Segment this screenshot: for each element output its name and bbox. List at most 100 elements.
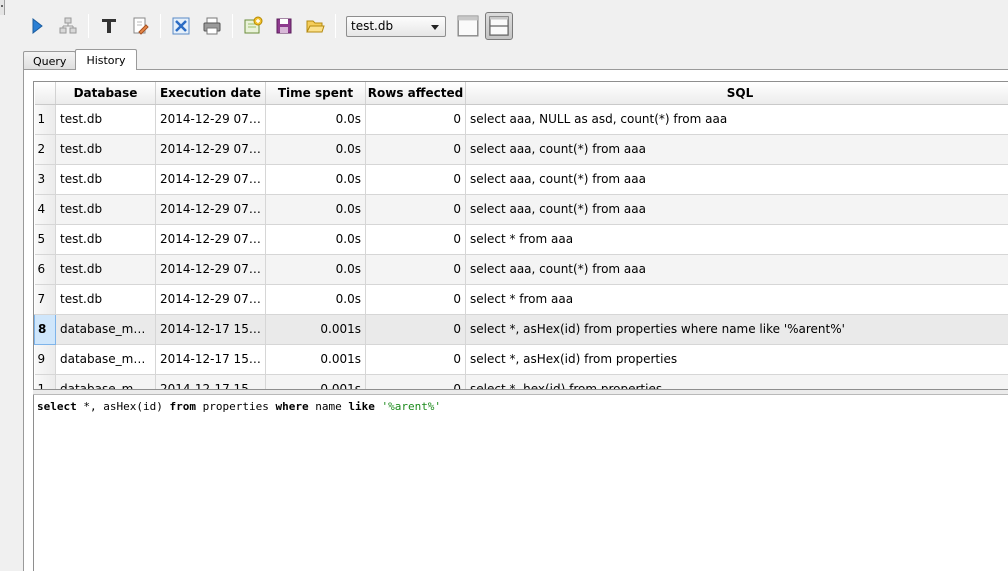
cell-time-spent[interactable]: 0.001s [265, 374, 366, 389]
table-row[interactable]: 2test.db2014-12-29 07:58:050.0s0select a… [34, 134, 1008, 165]
table-row[interactable]: 7test.db2014-12-29 07:57:070.0s0select *… [34, 284, 1008, 315]
cell-sql[interactable]: select aaa, NULL as asd, count(*) from a… [465, 104, 1008, 135]
cell-database[interactable]: test.db [55, 284, 156, 315]
table-row[interactable]: 10database_main...2014-12-17 15:38:120.0… [34, 374, 1008, 389]
cell-rows-affected[interactable]: 0 [365, 164, 466, 195]
cell-rows-affected[interactable]: 0 [365, 194, 466, 225]
cell-time-spent[interactable]: 0.001s [265, 314, 366, 345]
cell-rows-affected[interactable]: 0 [365, 374, 466, 389]
cell-sql[interactable]: select *, hex(id) from properties [465, 374, 1008, 389]
column-header-execution-date[interactable]: Execution date [155, 82, 266, 105]
cell-execution-date[interactable]: 2014-12-29 07:58:35 [155, 104, 266, 135]
format-sql-icon [102, 19, 116, 33]
column-header-database[interactable]: Database [55, 82, 156, 105]
cell-database[interactable]: test.db [55, 254, 156, 285]
sql-token: like [348, 400, 375, 413]
tab-query[interactable]: Query [23, 51, 77, 70]
cell-time-spent[interactable]: 0.0s [265, 134, 366, 165]
tab-bar: Query History [23, 49, 137, 70]
cell-sql[interactable]: select *, asHex(id) from properties wher… [465, 314, 1008, 345]
sql-preview[interactable]: select *, asHex(id) from properties wher… [33, 395, 1008, 571]
toolbar-separator [335, 14, 336, 38]
cell-execution-date[interactable]: 2014-12-17 15:39:51 [155, 344, 266, 375]
cell-sql[interactable]: select aaa, count(*) from aaa [465, 134, 1008, 165]
open-button[interactable] [301, 12, 329, 40]
cell-rows-affected[interactable]: 0 [365, 104, 466, 135]
cell-execution-date[interactable]: 2014-12-29 07:57:31 [155, 224, 266, 255]
sql-token: select [37, 400, 77, 413]
cell-sql[interactable]: select aaa, count(*) from aaa [465, 254, 1008, 285]
cell-time-spent[interactable]: 0.0s [265, 224, 366, 255]
cell-rows-affected[interactable]: 0 [365, 314, 466, 345]
clear-history-button[interactable] [126, 12, 154, 40]
row-number[interactable]: 6 [34, 254, 56, 285]
cell-sql[interactable]: select aaa, count(*) from aaa [465, 194, 1008, 225]
cell-database[interactable]: database_main... [55, 314, 156, 345]
save-button[interactable] [270, 12, 298, 40]
table-row[interactable]: 5test.db2014-12-29 07:57:310.0s0select *… [34, 224, 1008, 255]
column-header-rows-affected[interactable]: Rows affected [365, 82, 466, 105]
add-tab-button[interactable] [239, 12, 267, 40]
row-number[interactable]: 1 [34, 104, 56, 135]
cell-sql[interactable]: select aaa, count(*) from aaa [465, 164, 1008, 195]
table-row[interactable]: 3test.db2014-12-29 07:57:540.0s0select a… [34, 164, 1008, 195]
cell-execution-date[interactable]: 2014-12-17 15:38:12 [155, 374, 266, 389]
cell-time-spent[interactable]: 0.0s [265, 254, 366, 285]
execute-icon [32, 17, 43, 35]
format-sql-button[interactable] [95, 12, 123, 40]
view-horizontal-button[interactable] [454, 12, 482, 40]
column-header-sql[interactable]: SQL [465, 82, 1008, 105]
cell-execution-date[interactable]: 2014-12-29 07:57:16 [155, 254, 266, 285]
cell-sql[interactable]: select * from aaa [465, 224, 1008, 255]
history-table[interactable]: Database Execution date Time spent Rows … [33, 81, 1008, 389]
row-number[interactable]: 8 [34, 313, 56, 345]
cell-time-spent[interactable]: 0.0s [265, 104, 366, 135]
column-header-time-spent[interactable]: Time spent [265, 82, 366, 105]
table-row[interactable]: 6test.db2014-12-29 07:57:160.0s0select a… [34, 254, 1008, 285]
export-button[interactable] [167, 12, 195, 40]
cell-database[interactable]: database_main... [55, 344, 156, 375]
row-number[interactable]: 7 [34, 284, 56, 315]
cell-database[interactable]: test.db [55, 194, 156, 225]
execute-button[interactable] [23, 12, 51, 40]
print-button[interactable] [198, 12, 226, 40]
cell-rows-affected[interactable]: 0 [365, 254, 466, 285]
add-tab-icon [244, 16, 263, 34]
cell-time-spent[interactable]: 0.0s [265, 194, 366, 225]
table-row[interactable]: 4test.db2014-12-29 07:57:340.0s0select a… [34, 194, 1008, 225]
print-icon [203, 17, 221, 35]
cell-database[interactable]: test.db [55, 224, 156, 255]
cell-sql[interactable]: select * from aaa [465, 284, 1008, 315]
table-corner[interactable] [34, 82, 56, 105]
table-row[interactable]: 8database_main...2014-12-17 15:40:440.00… [34, 313, 1008, 345]
database-select[interactable]: test.db [346, 15, 446, 37]
row-number[interactable]: 4 [34, 194, 56, 225]
cell-time-spent[interactable]: 0.0s [265, 164, 366, 195]
cell-database[interactable]: test.db [55, 104, 156, 135]
cell-time-spent[interactable]: 0.001s [265, 344, 366, 375]
cell-execution-date[interactable]: 2014-12-29 07:58:05 [155, 134, 266, 165]
cell-database[interactable]: test.db [55, 164, 156, 195]
cell-execution-date[interactable]: 2014-12-29 07:57:54 [155, 164, 266, 195]
cell-database[interactable]: database_main... [55, 374, 156, 389]
row-number[interactable]: 10 [34, 374, 56, 389]
explain-button[interactable] [54, 12, 82, 40]
row-number[interactable]: 5 [34, 224, 56, 255]
row-number[interactable]: 2 [34, 134, 56, 165]
cell-rows-affected[interactable]: 0 [365, 284, 466, 315]
table-row[interactable]: 1test.db2014-12-29 07:58:350.0s0select a… [34, 104, 1008, 135]
cell-time-spent[interactable]: 0.0s [265, 284, 366, 315]
row-number[interactable]: 3 [34, 164, 56, 195]
cell-rows-affected[interactable]: 0 [365, 344, 466, 375]
row-number[interactable]: 9 [34, 344, 56, 375]
table-row[interactable]: 9database_main...2014-12-17 15:39:510.00… [34, 344, 1008, 375]
cell-rows-affected[interactable]: 0 [365, 134, 466, 165]
tab-history[interactable]: History [75, 49, 137, 70]
view-vertical-button[interactable] [485, 12, 513, 40]
cell-rows-affected[interactable]: 0 [365, 224, 466, 255]
cell-execution-date[interactable]: 2014-12-29 07:57:07 [155, 284, 266, 315]
cell-execution-date[interactable]: 2014-12-17 15:40:44 [155, 314, 266, 345]
cell-sql[interactable]: select *, asHex(id) from properties [465, 344, 1008, 375]
cell-execution-date[interactable]: 2014-12-29 07:57:34 [155, 194, 266, 225]
cell-database[interactable]: test.db [55, 134, 156, 165]
